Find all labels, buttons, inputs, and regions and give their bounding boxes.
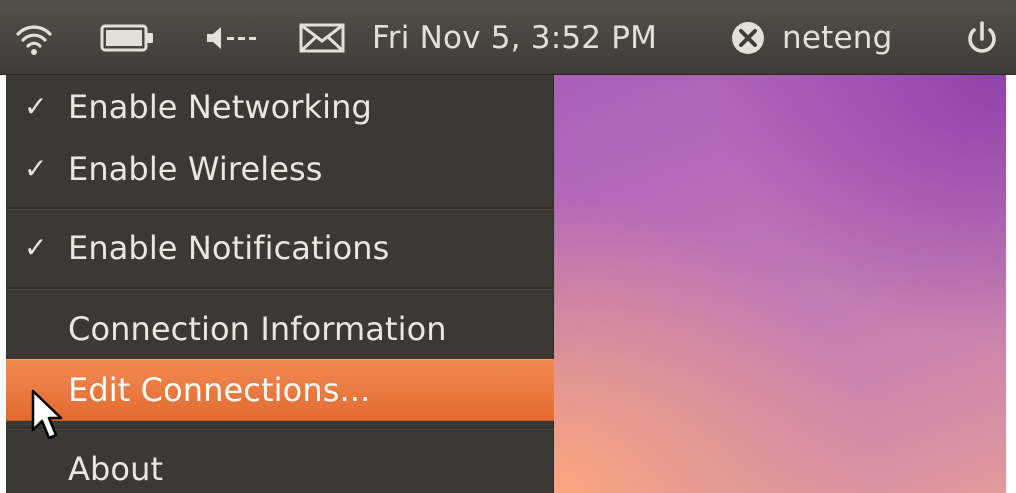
menu-item-label: Enable Notifications	[68, 229, 390, 267]
network-menu: ✓ Enable Networking ✓ Enable Wireless ✓ …	[6, 75, 554, 493]
user-menu[interactable]: neteng	[782, 0, 892, 75]
menu-item-about[interactable]: About	[6, 437, 554, 493]
volume-icon[interactable]	[205, 0, 263, 75]
clock[interactable]: Fri Nov 5, 3:52 PM	[372, 0, 657, 75]
checkmark-icon: ✓	[24, 90, 48, 123]
username-label: neteng	[782, 19, 893, 56]
menu-item-label: Edit Connections...	[68, 371, 371, 409]
power-icon[interactable]	[962, 0, 1002, 75]
checkmark-icon: ✓	[24, 152, 48, 185]
desktop-wallpaper	[554, 75, 1016, 493]
menu-item-label: Enable Wireless	[68, 150, 323, 188]
menu-item-enable-networking[interactable]: ✓ Enable Networking	[6, 75, 554, 139]
screen-edge	[1006, 75, 1016, 493]
menu-separator	[6, 287, 554, 290]
menu-item-connection-information[interactable]: Connection Information	[6, 297, 554, 361]
mail-icon[interactable]	[298, 0, 346, 75]
mouse-cursor-icon	[31, 389, 63, 440]
menu-item-label: Enable Networking	[68, 88, 372, 126]
battery-icon[interactable]	[100, 0, 156, 75]
screen: Fri Nov 5, 3:52 PM neteng ✓ Enable Netwo…	[0, 0, 1016, 493]
menu-item-label: About	[68, 450, 164, 488]
menu-separator	[6, 207, 554, 210]
menu-separator	[6, 427, 554, 430]
checkmark-icon: ✓	[24, 231, 48, 264]
menu-item-edit-connections[interactable]: Edit Connections...	[6, 359, 554, 421]
menu-item-enable-notifications[interactable]: ✓ Enable Notifications	[6, 216, 554, 280]
wifi-icon[interactable]	[14, 0, 54, 75]
menu-item-enable-wireless[interactable]: ✓ Enable Wireless	[6, 137, 554, 201]
datetime-label: Fri Nov 5, 3:52 PM	[372, 19, 658, 56]
top-panel: Fri Nov 5, 3:52 PM neteng	[0, 0, 1016, 75]
menu-item-label: Connection Information	[68, 310, 447, 348]
user-status-icon[interactable]	[728, 0, 768, 75]
